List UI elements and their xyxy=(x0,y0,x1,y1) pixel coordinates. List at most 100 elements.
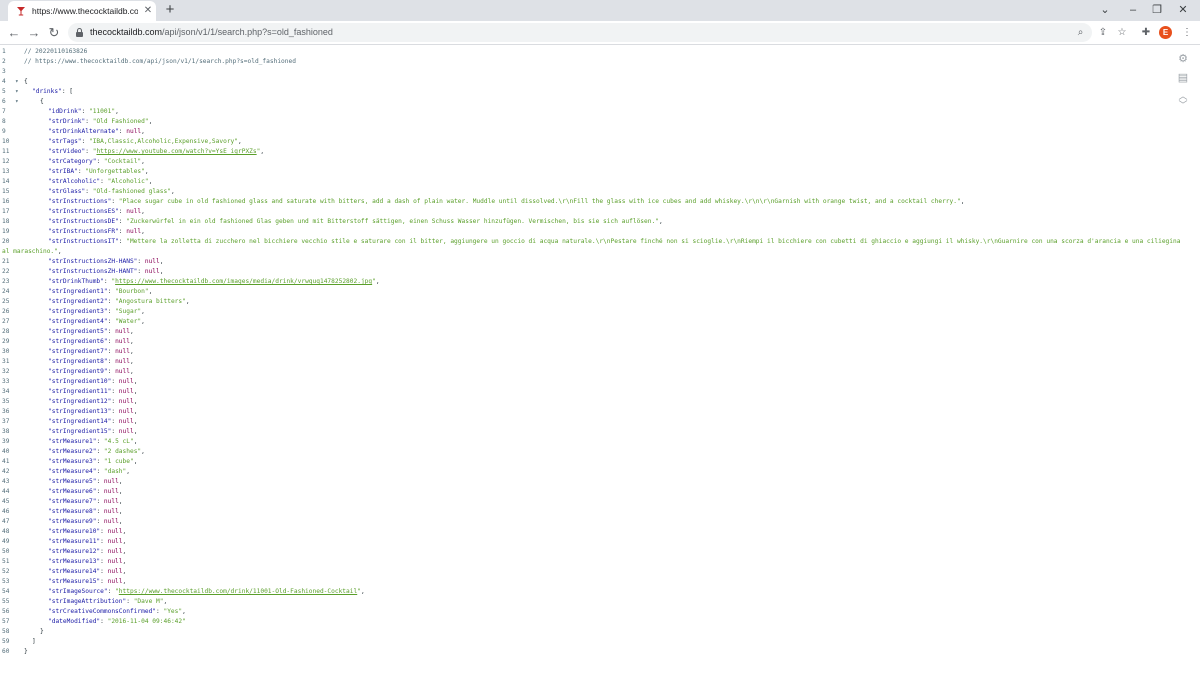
tab-close-icon[interactable]: ✕ xyxy=(142,5,154,17)
json-punctuation: : xyxy=(96,518,104,525)
json-string-value: "4.5 cL" xyxy=(103,438,134,445)
zoom-magnifier-icon[interactable]: ⌕ xyxy=(1074,26,1087,39)
json-key: "strMeasure10" xyxy=(48,528,101,535)
json-punctuation: : xyxy=(100,538,108,545)
json-punctuation: : xyxy=(85,148,93,155)
code-text: "strVideo": "https://www.youtube.com/wat… xyxy=(48,147,264,157)
new-tab-icon[interactable]: + xyxy=(162,2,178,18)
fold-toggle-icon[interactable]: ▾ xyxy=(15,97,19,107)
json-punctuation: : xyxy=(96,508,104,515)
code-line: 51 "strMeasure13": null, xyxy=(0,557,1168,567)
json-punctuation: : xyxy=(100,618,108,625)
json-key: "strDrinkAlternate" xyxy=(48,128,119,135)
json-punctuation: , xyxy=(375,278,380,285)
line-number: 27 xyxy=(2,318,10,325)
json-punctuation: , xyxy=(163,598,168,605)
line-number: 8 xyxy=(2,118,6,125)
line-number: 55 xyxy=(2,598,10,605)
json-key: "strImageSource" xyxy=(48,588,108,595)
line-number: 43 xyxy=(2,478,10,485)
json-null-value: null xyxy=(118,408,134,415)
json-punctuation: : xyxy=(111,428,119,435)
json-punctuation: , xyxy=(133,458,138,465)
json-punctuation: : xyxy=(85,118,93,125)
minimize-icon[interactable]: – xyxy=(1124,3,1142,17)
line-number: 5 xyxy=(2,88,6,95)
code-line: 11 "strVideo": "https://www.youtube.com/w… xyxy=(0,147,1168,157)
json-punctuation: : xyxy=(107,358,116,365)
line-number: 34 xyxy=(2,388,10,395)
settings-gear-icon[interactable]: ⚙ xyxy=(1176,52,1190,66)
scroll-down-chevron-icon[interactable]: ﹀ xyxy=(1176,98,1190,112)
extensions-puzzle-icon[interactable]: ✚ xyxy=(1139,26,1153,40)
share-icon[interactable]: ⇪ xyxy=(1096,26,1110,40)
json-key: "strCategory" xyxy=(48,158,97,165)
json-punctuation: , xyxy=(122,578,127,585)
code-line: 55 "strImageAttribution": "Dave M", xyxy=(0,597,1168,607)
address-bar[interactable]: thecocktaildb.com/api/json/v1/1/search.p… xyxy=(68,23,1092,42)
restore-icon[interactable]: ❐ xyxy=(1148,3,1166,17)
raw-document-icon[interactable]: ▤ xyxy=(1176,71,1190,85)
json-key: "strIngredient12" xyxy=(48,398,112,405)
json-punctuation: , xyxy=(129,328,134,335)
fold-toggle-icon[interactable]: ▾ xyxy=(15,77,19,87)
reload-icon[interactable]: ↻ xyxy=(46,25,62,41)
json-punctuation: , xyxy=(133,398,138,405)
line-number: 20 xyxy=(2,238,10,245)
json-punctuation: { xyxy=(24,78,28,85)
json-punctuation: , xyxy=(129,348,134,355)
line-number: 60 xyxy=(2,648,10,655)
json-punctuation: : xyxy=(96,438,104,445)
code-text: "strAlcoholic": "Alcoholic", xyxy=(48,177,152,187)
json-url-link[interactable]: https://www.thecocktaildb.com/drink/1100… xyxy=(119,588,357,595)
json-key: "drinks" xyxy=(32,88,62,95)
json-null-value: null xyxy=(103,498,119,505)
profile-avatar[interactable]: E xyxy=(1159,26,1172,39)
json-punctuation: , xyxy=(170,188,175,195)
url-host: thecocktaildb.com xyxy=(90,27,163,37)
code-text: ] xyxy=(32,637,36,647)
code-line: 33 "strIngredient10": null, xyxy=(0,377,1168,387)
forward-arrow-icon[interactable]: → xyxy=(26,25,42,41)
url-text: thecocktaildb.com/api/json/v1/1/search.p… xyxy=(90,26,333,39)
code-text: "strMeasure3": "1 cube", xyxy=(48,457,137,467)
code-line: 10 "strTags": "IBA,Classic,Alcoholic,Expe… xyxy=(0,137,1168,147)
json-punctuation: : xyxy=(100,558,108,565)
json-key: "strIngredient11" xyxy=(48,388,112,395)
code-text: "strIngredient9": null, xyxy=(48,367,134,377)
code-text: "idDrink": "11001", xyxy=(48,107,119,117)
json-punctuation: , xyxy=(122,568,127,575)
json-comment: // 20220110163826 xyxy=(24,48,88,55)
code-line: 49 "strMeasure11": null, xyxy=(0,537,1168,547)
json-punctuation: , xyxy=(185,298,190,305)
json-url-link[interactable]: https://www.thecocktaildb.com/images/med… xyxy=(115,278,372,285)
json-key: "strVideo" xyxy=(48,148,86,155)
json-key: "strMeasure11" xyxy=(48,538,101,545)
code-line: 20 "strInstructionsIT": "Mettere la zolle… xyxy=(0,237,1180,247)
code-text: "strDrinkThumb": "https://www.thecocktai… xyxy=(48,277,380,287)
json-punctuation: : xyxy=(107,308,116,315)
json-null-value: null xyxy=(118,378,134,385)
json-null-value: null xyxy=(144,268,160,275)
code-line: 22 "strInstructionsZH-HANT": null, xyxy=(0,267,1168,277)
json-punctuation: , xyxy=(148,288,153,295)
more-menu-icon[interactable]: ⋮ xyxy=(1180,26,1194,40)
window-close-icon[interactable]: ✕ xyxy=(1174,3,1192,17)
tab-title: https://www.thecocktaildb.com/api/json/v… xyxy=(32,6,138,16)
browser-tab[interactable]: https://www.thecocktaildb.com/api/json/v… xyxy=(8,1,156,21)
json-punctuation: , xyxy=(129,358,134,365)
json-string-value: "11001" xyxy=(88,108,116,115)
code-text: "strMeasure13": null, xyxy=(48,557,126,567)
json-key: "strMeasure4" xyxy=(48,468,97,475)
back-arrow-icon[interactable]: ← xyxy=(6,25,22,41)
fold-toggle-icon[interactable]: ▾ xyxy=(15,87,19,97)
line-number: 11 xyxy=(2,148,10,155)
line-number: 38 xyxy=(2,428,10,435)
tab-search-chevron-icon[interactable]: ⌄ xyxy=(1096,3,1114,17)
json-null-value: null xyxy=(107,538,123,545)
bookmark-star-icon[interactable]: ☆ xyxy=(1115,26,1129,40)
code-line: 34 "strIngredient11": null, xyxy=(0,387,1168,397)
line-number: 7 xyxy=(2,108,6,115)
json-punctuation: , xyxy=(148,118,153,125)
json-url-link[interactable]: https://www.youtube.com/watch?v=YsE_igrP… xyxy=(96,148,256,155)
